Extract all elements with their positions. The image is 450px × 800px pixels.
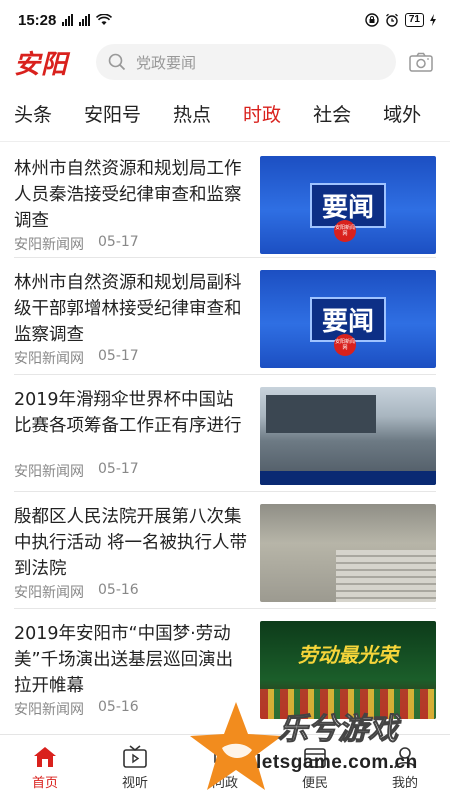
- news-thumbnail: 要闻 安阳新闻网: [260, 156, 436, 254]
- news-source: 安阳新闻网: [14, 702, 84, 718]
- news-date: 05-16: [98, 699, 139, 715]
- news-item[interactable]: 殷都区人民法院开展第八次集中执行活动 将一名被执行人带到法院 安阳新闻网 05-1…: [14, 492, 436, 609]
- news-source: 安阳新闻网: [14, 464, 84, 480]
- news-date: 05-17: [98, 348, 139, 364]
- nav-label: 我的: [391, 775, 418, 791]
- news-date: 05-16: [98, 582, 139, 598]
- tv-icon: [123, 744, 147, 768]
- nav-service[interactable]: 便民: [280, 745, 350, 791]
- tab-shizheng[interactable]: 时政: [243, 100, 281, 127]
- news-thumbnail: [260, 504, 436, 602]
- news-title: 2019年安阳市“中国梦·劳动美”千场演出送基层巡回演出拉开帷幕: [14, 624, 234, 696]
- thumbnail-badge: 安阳新闻网: [334, 334, 356, 356]
- tab-anyanghao[interactable]: 安阳号: [84, 100, 141, 127]
- news-date: 05-17: [98, 461, 139, 477]
- news-title: 林州市自然资源和规划局副科级干部郭增林接受纪律审查和监察调查: [14, 273, 242, 345]
- news-item[interactable]: 林州市自然资源和规划局工作人员秦浩接受纪律审查和监察调查 安阳新闻网 05-17 …: [14, 142, 436, 258]
- news-thumbnail: 要闻 安阳新闻网: [260, 270, 436, 368]
- user-icon: [394, 746, 416, 768]
- search-icon: [108, 53, 126, 71]
- tab-toutiao[interactable]: 头条: [14, 100, 52, 127]
- nav-label: 便民: [301, 775, 328, 791]
- status-bar: 15:28 71: [0, 0, 450, 40]
- news-item[interactable]: 2019年安阳市“中国梦·劳动美”千场演出送基层巡回演出拉开帷幕 安阳新闻网 05…: [14, 609, 436, 726]
- news-item[interactable]: 林州市自然资源和规划局副科级干部郭增林接受纪律审查和监察调查 安阳新闻网 05-1…: [14, 258, 436, 375]
- app-header: 安阳 党政要闻: [0, 40, 450, 84]
- nav-label: 视听: [121, 775, 148, 791]
- alarm-icon: [385, 13, 398, 27]
- wifi-icon: [96, 14, 113, 25]
- channel-tabs: 头条 安阳号 热点 时政 社会 域外: [0, 86, 450, 142]
- thumbnail-banner-text: 劳动最光荣: [298, 643, 398, 667]
- news-date: 05-17: [98, 234, 139, 250]
- service-icon: [304, 747, 326, 768]
- status-time: 15:28: [18, 11, 57, 29]
- nav-home[interactable]: 首页: [10, 745, 80, 791]
- camera-icon: [409, 52, 433, 72]
- nav-label: 首页: [31, 775, 58, 791]
- signal-icon: [62, 14, 74, 26]
- news-title: 2019年滑翔伞世界杯中国站比赛各项筹备工作正有序进行: [14, 390, 242, 436]
- signal-icon-2: [79, 14, 91, 26]
- news-source: 安阳新闻网: [14, 351, 84, 367]
- search-placeholder: 党政要闻: [136, 53, 197, 72]
- search-bar[interactable]: 党政要闻: [96, 44, 396, 80]
- news-title: 林州市自然资源和规划局工作人员秦浩接受纪律审查和监察调查: [14, 159, 242, 231]
- tab-shehui[interactable]: 社会: [313, 100, 351, 127]
- news-thumbnail: [260, 387, 436, 485]
- news-thumbnail: 劳动最光荣: [260, 621, 436, 719]
- charging-icon: [430, 14, 436, 26]
- news-source: 安阳新闻网: [14, 585, 84, 601]
- nav-ask[interactable]: 问政: [190, 745, 260, 791]
- nav-video[interactable]: 视听: [100, 744, 170, 791]
- news-list: 林州市自然资源和规划局工作人员秦浩接受纪律审查和监察调查 安阳新闻网 05-17 …: [0, 142, 450, 726]
- tab-yuwai[interactable]: 域外: [383, 100, 421, 127]
- bottom-nav: 首页 视听 问政 便民 我的: [0, 734, 450, 800]
- nav-me[interactable]: 我的: [370, 745, 440, 791]
- app-logo: 安阳: [14, 49, 69, 80]
- tab-redian[interactable]: 热点: [173, 100, 211, 127]
- camera-button[interactable]: [406, 47, 436, 77]
- battery-indicator: 71: [404, 13, 424, 27]
- news-item[interactable]: 2019年滑翔伞世界杯中国站比赛各项筹备工作正有序进行 安阳新闻网 05-17: [14, 375, 436, 492]
- ask-icon: [214, 746, 236, 768]
- nav-label: 问政: [211, 775, 238, 791]
- news-source: 安阳新闻网: [14, 237, 84, 253]
- news-title: 殷都区人民法院开展第八次集中执行活动 将一名被执行人带到法院: [14, 507, 248, 579]
- thumbnail-badge: 安阳新闻网: [334, 220, 356, 242]
- lock-icon: [365, 13, 379, 27]
- home-icon: [34, 746, 56, 767]
